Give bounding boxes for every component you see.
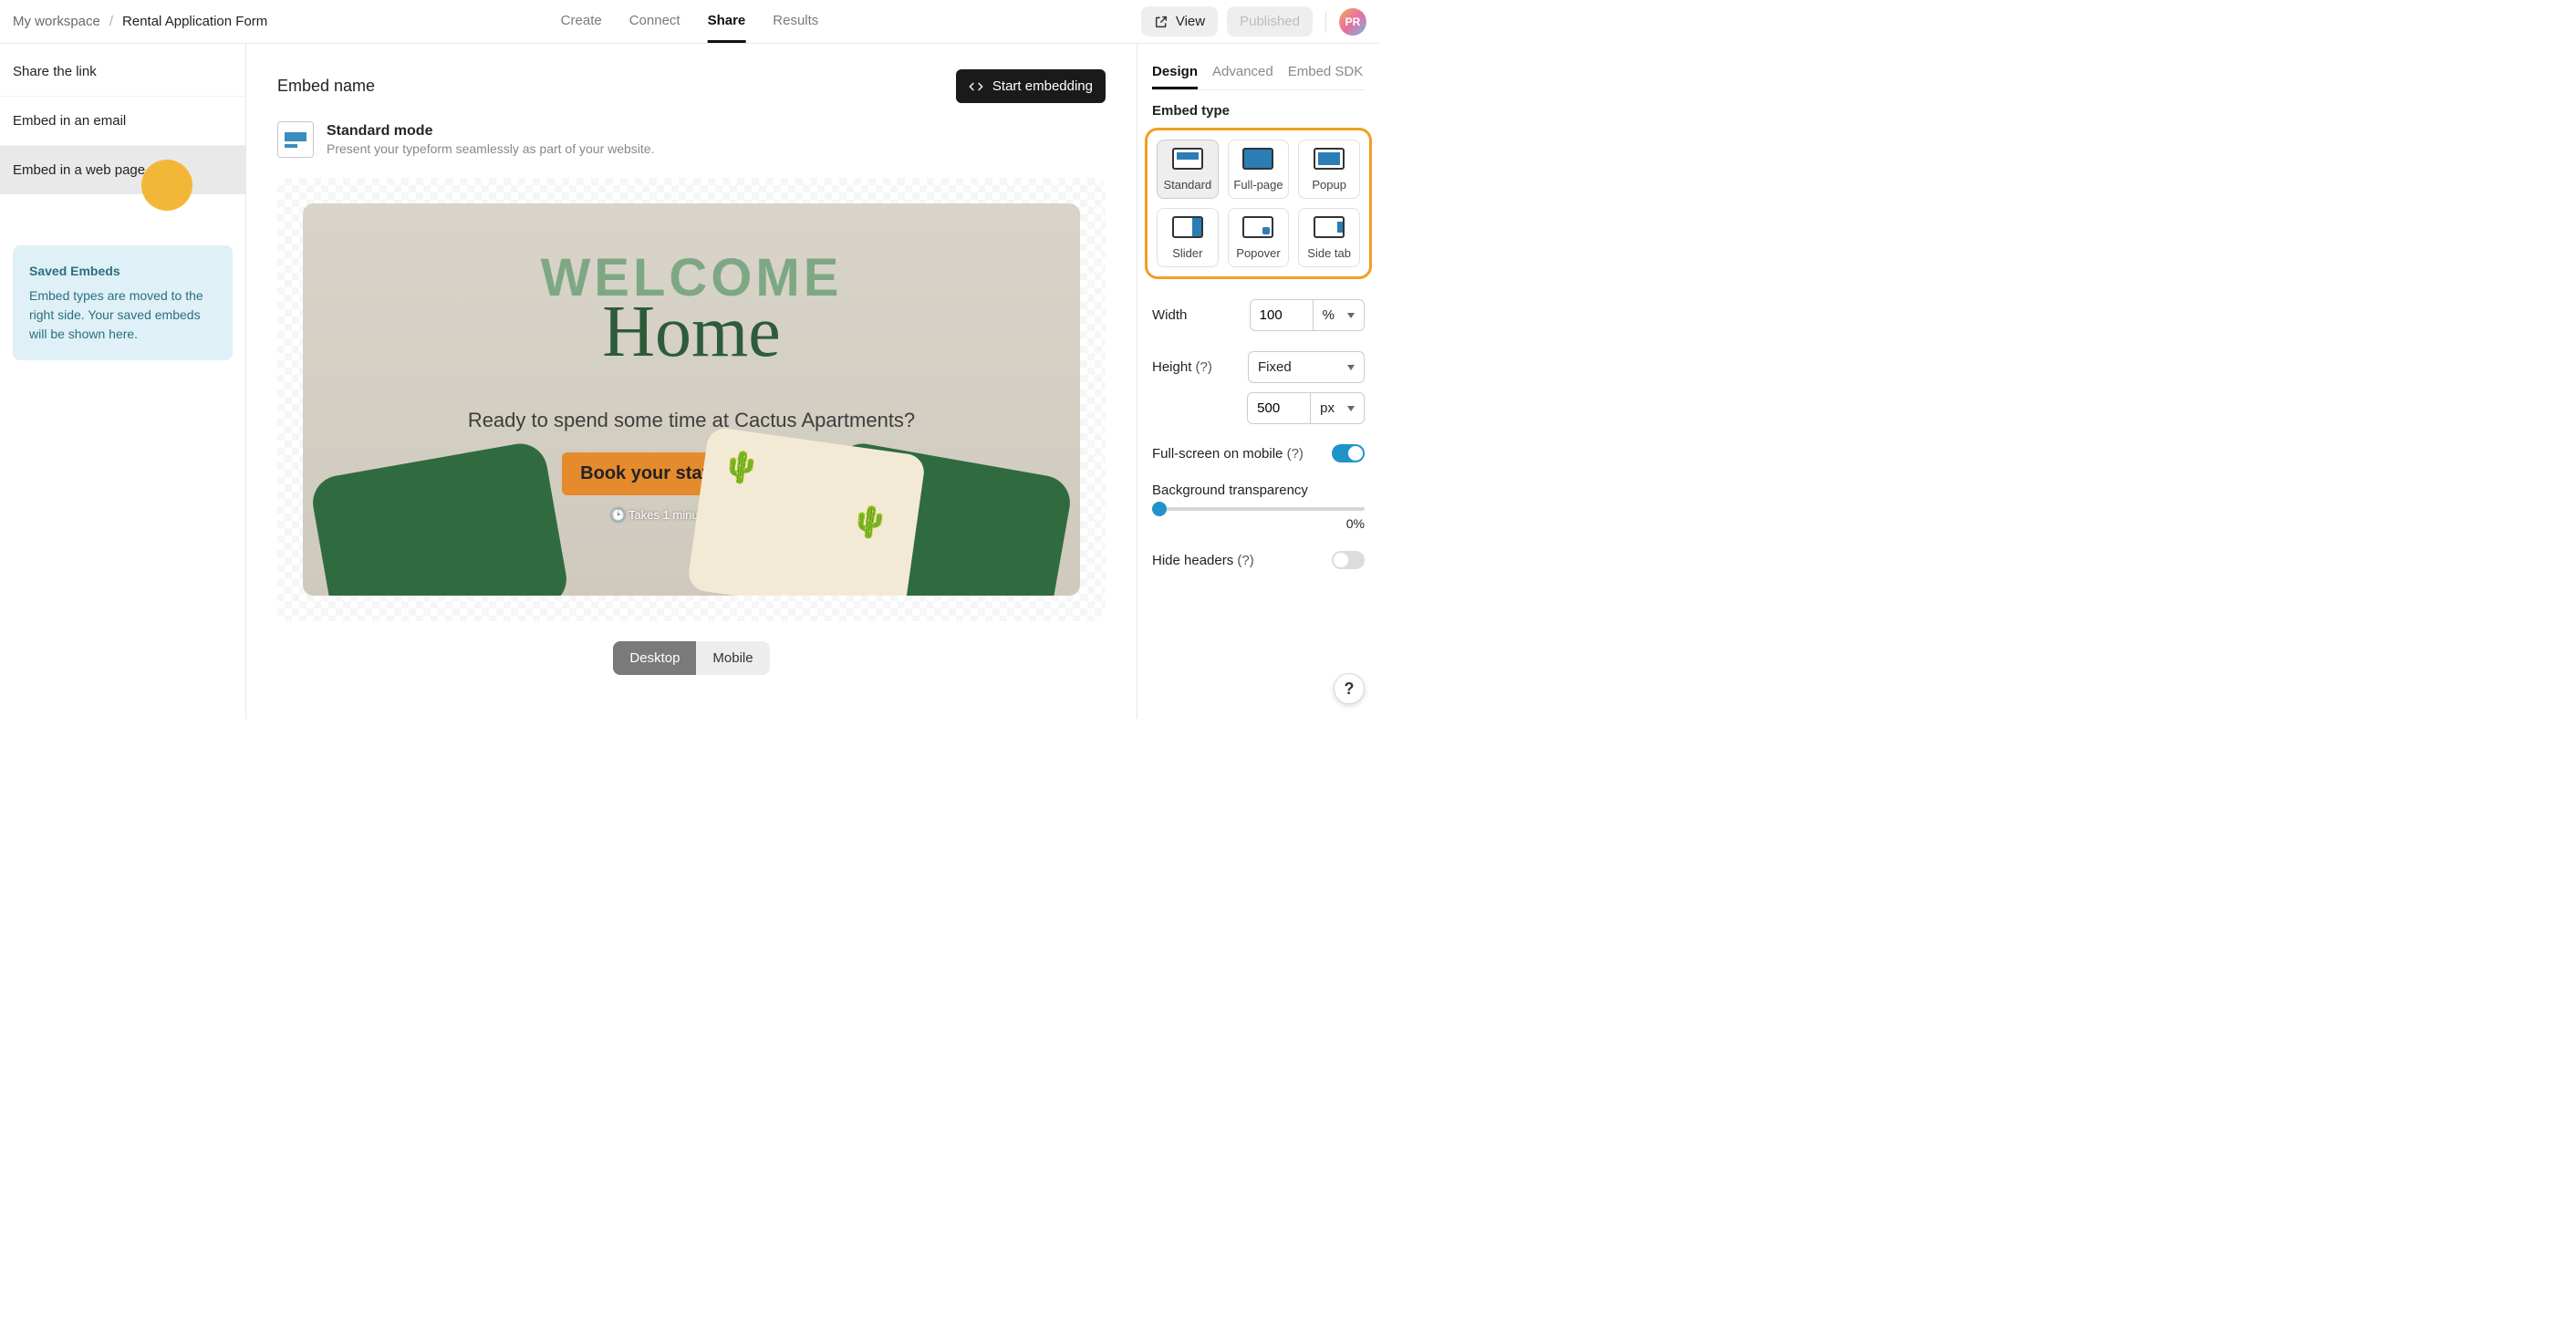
help-fab[interactable]: ? <box>1334 673 1365 704</box>
device-desktop[interactable]: Desktop <box>613 641 696 675</box>
view-button[interactable]: View <box>1141 6 1218 36</box>
mode-subtitle: Present your typeform seamlessly as part… <box>327 141 654 156</box>
saved-embeds-body: Embed types are moved to the right side.… <box>29 286 216 344</box>
cushion-left <box>308 440 570 596</box>
right-tabs: Design Advanced Embed SDK <box>1152 57 1365 90</box>
breadcrumb-form-name[interactable]: Rental Application Form <box>122 14 267 29</box>
center-panel: Embed name Start embedding Standard mode… <box>246 44 1137 719</box>
hide-headers-row: Hide headers (?) <box>1152 551 1365 569</box>
preview-frame: WELCOME Home Ready to spend some time at… <box>277 178 1106 621</box>
view-button-label: View <box>1176 14 1205 29</box>
fullpage-icon <box>1242 148 1273 170</box>
saved-embeds-title: Saved Embeds <box>29 262 216 281</box>
mode-title: Standard mode <box>327 123 654 140</box>
slider-icon <box>1172 216 1203 238</box>
sidebar-item-share-link[interactable]: Share the link <box>0 47 245 97</box>
hide-headers-toggle[interactable] <box>1332 551 1365 569</box>
standard-icon <box>1172 148 1203 170</box>
published-button-label: Published <box>1240 14 1300 29</box>
embed-type-label: Embed type <box>1152 103 1372 119</box>
embed-type-grid: Standard Full-page Popup Slider Popover … <box>1145 128 1372 279</box>
popup-icon <box>1314 148 1345 170</box>
ready-text: Ready to spend some time at Cactus Apart… <box>468 409 915 432</box>
right-tab-advanced[interactable]: Advanced <box>1212 57 1273 89</box>
breadcrumb-separator: / <box>109 14 113 29</box>
fullscreen-row: Full-screen on mobile (?) <box>1152 444 1365 462</box>
tab-connect[interactable]: Connect <box>629 1 680 43</box>
embed-type-fullpage[interactable]: Full-page <box>1228 140 1290 199</box>
bg-transparency-value: 0% <box>1152 516 1365 531</box>
sidetab-icon <box>1314 216 1345 238</box>
width-unit-select[interactable]: % <box>1314 299 1365 331</box>
vertical-separator <box>1325 11 1326 33</box>
sidebar-item-label: Embed in a web page <box>13 162 145 178</box>
device-toggle: Desktop Mobile <box>613 641 769 675</box>
top-tabs: Create Connect Share Results <box>561 1 819 43</box>
tab-share[interactable]: Share <box>708 1 746 43</box>
saved-embeds-card: Saved Embeds Embed types are moved to th… <box>13 245 233 360</box>
embed-name-heading: Embed name <box>277 77 375 96</box>
sidebar-item-embed-email[interactable]: Embed in an email <box>0 97 245 146</box>
popover-icon <box>1242 216 1273 238</box>
hide-headers-help-icon[interactable]: (?) <box>1237 553 1253 568</box>
embed-type-popover[interactable]: Popover <box>1228 208 1290 267</box>
highlight-dot <box>141 160 192 211</box>
width-label: Width <box>1152 307 1187 323</box>
tab-create[interactable]: Create <box>561 1 602 43</box>
height-mode-select[interactable]: Fixed <box>1248 351 1365 383</box>
hide-headers-label: Hide headers (?) <box>1152 553 1254 568</box>
width-input[interactable] <box>1250 299 1314 331</box>
top-bar: My workspace / Rental Application Form C… <box>0 0 1379 44</box>
embed-type-popup[interactable]: Popup <box>1298 140 1360 199</box>
pillow <box>687 426 927 596</box>
height-row: Height (?) Fixed <box>1152 351 1365 383</box>
embed-type-sidetab[interactable]: Side tab <box>1298 208 1360 267</box>
bg-transparency-label: Background transparency <box>1152 483 1308 498</box>
bg-transparency-row: Background transparency 0% <box>1152 483 1365 531</box>
width-row: Width % <box>1152 299 1365 331</box>
fullscreen-toggle[interactable] <box>1332 444 1365 462</box>
standard-mode-icon <box>277 121 314 158</box>
embed-type-standard[interactable]: Standard <box>1157 140 1219 199</box>
published-button: Published <box>1227 6 1313 36</box>
start-embedding-button[interactable]: Start embedding <box>956 69 1106 103</box>
mode-row: Standard mode Present your typeform seam… <box>277 121 1106 158</box>
bg-transparency-slider[interactable] <box>1152 507 1365 511</box>
start-embedding-label: Start embedding <box>992 78 1093 94</box>
device-mobile[interactable]: Mobile <box>696 641 769 675</box>
code-icon <box>969 79 983 94</box>
height-input[interactable] <box>1247 392 1311 424</box>
right-panel: Design Advanced Embed SDK Embed type Sta… <box>1137 44 1379 719</box>
sidebar: Share the link Embed in an email Embed i… <box>0 44 246 719</box>
embed-type-slider[interactable]: Slider <box>1157 208 1219 267</box>
fullscreen-help-icon[interactable]: (?) <box>1287 446 1304 462</box>
slider-thumb[interactable] <box>1152 502 1167 516</box>
fullscreen-label: Full-screen on mobile (?) <box>1152 446 1304 462</box>
top-right-actions: View Published PR <box>1141 6 1366 36</box>
height-label: Height (?) <box>1152 359 1212 375</box>
breadcrumb: My workspace / Rental Application Form <box>13 14 267 29</box>
height-unit-select[interactable]: px <box>1311 392 1365 424</box>
avatar[interactable]: PR <box>1339 8 1366 36</box>
preview-canvas: WELCOME Home Ready to spend some time at… <box>303 203 1080 596</box>
external-link-icon <box>1154 15 1169 29</box>
home-script-text: Home <box>602 310 781 354</box>
breadcrumb-workspace[interactable]: My workspace <box>13 14 100 29</box>
right-tab-sdk[interactable]: Embed SDK <box>1288 57 1364 89</box>
tab-results[interactable]: Results <box>773 1 818 43</box>
sidebar-item-embed-web[interactable]: Embed in a web page <box>0 146 245 194</box>
height-value-row: px <box>1152 392 1365 424</box>
right-tab-design[interactable]: Design <box>1152 57 1198 89</box>
height-help-icon[interactable]: (?) <box>1196 359 1212 375</box>
